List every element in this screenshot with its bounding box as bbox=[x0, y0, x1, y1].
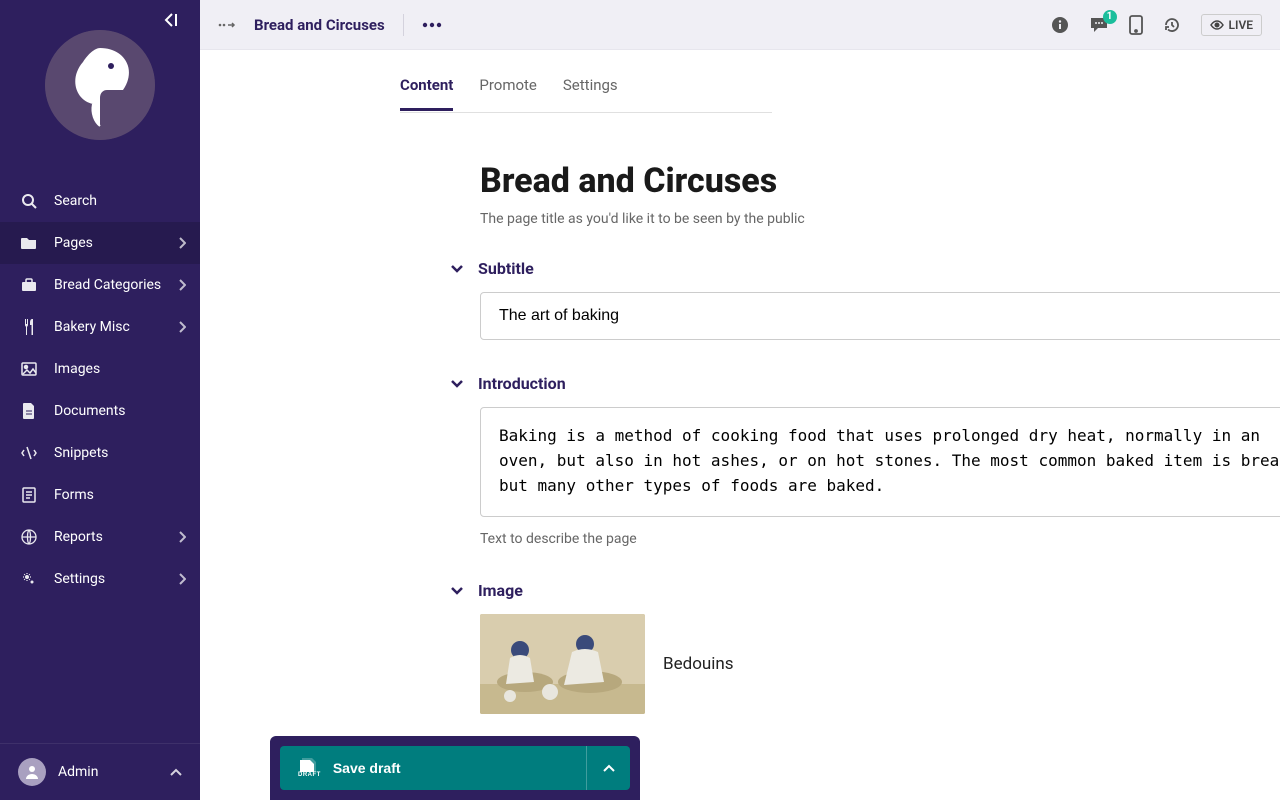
sidebar-item-label: Bread Categories bbox=[54, 277, 161, 293]
chevron-down-icon[interactable] bbox=[450, 586, 466, 596]
sidebar-item-label: Snippets bbox=[54, 445, 108, 461]
chevron-right-icon bbox=[178, 237, 186, 249]
image-thumbnail[interactable] bbox=[480, 614, 645, 714]
account-label: Admin bbox=[58, 764, 98, 780]
chevron-right-icon bbox=[178, 573, 186, 585]
breadcrumb-title[interactable]: Bread and Circuses bbox=[254, 16, 385, 34]
live-label: LIVE bbox=[1229, 18, 1254, 32]
content-scroll[interactable]: Content Promote Settings Bread and Circu… bbox=[200, 50, 1280, 800]
briefcase-icon bbox=[20, 276, 38, 294]
chevron-right-icon bbox=[178, 279, 186, 291]
sidebar-item-bread-categories[interactable]: Bread Categories bbox=[0, 264, 200, 306]
field-label: Image bbox=[478, 581, 523, 600]
form-icon bbox=[20, 486, 38, 504]
history-icon[interactable] bbox=[1163, 16, 1181, 34]
chevron-right-icon bbox=[178, 531, 186, 543]
sidebar-item-forms[interactable]: Forms bbox=[0, 474, 200, 516]
image-icon bbox=[20, 360, 38, 378]
eye-icon bbox=[1210, 20, 1224, 30]
sidebar-item-label: Forms bbox=[54, 487, 94, 503]
sidebar-item-search[interactable]: Search bbox=[0, 180, 200, 222]
chevron-right-icon bbox=[178, 321, 186, 333]
sidebar: Search Pages Bread Categories Bakery bbox=[0, 0, 200, 800]
sidebar-item-label: Search bbox=[54, 193, 97, 209]
tab-promote[interactable]: Promote bbox=[479, 68, 537, 111]
sidebar-item-label: Documents bbox=[54, 403, 125, 419]
utensils-icon bbox=[20, 318, 38, 336]
chevron-down-icon[interactable] bbox=[450, 264, 466, 274]
field-introduction: Introduction Text to describe the page bbox=[480, 374, 1280, 547]
field-image: Image bbox=[480, 581, 1280, 756]
sidebar-item-pages[interactable]: Pages bbox=[0, 222, 200, 264]
main-panel: Bread and Circuses 1 LIVE bbox=[200, 0, 1280, 800]
chevron-up-icon bbox=[170, 768, 182, 776]
field-label: Subtitle bbox=[478, 259, 534, 278]
document-icon bbox=[20, 402, 38, 420]
tab-settings[interactable]: Settings bbox=[563, 68, 618, 111]
account-menu[interactable]: Admin bbox=[0, 743, 200, 800]
page-title[interactable]: Bread and Circuses bbox=[480, 161, 1280, 201]
sidebar-item-images[interactable]: Images bbox=[0, 348, 200, 390]
live-badge[interactable]: LIVE bbox=[1201, 14, 1263, 36]
sidebar-item-label: Pages bbox=[54, 235, 93, 251]
globe-icon bbox=[20, 528, 38, 546]
sidebar-item-settings[interactable]: Settings bbox=[0, 558, 200, 600]
snippet-icon bbox=[20, 444, 38, 462]
chevron-down-icon[interactable] bbox=[450, 379, 466, 389]
tab-content[interactable]: Content bbox=[400, 68, 453, 111]
folder-icon bbox=[20, 234, 38, 252]
mobile-preview-icon[interactable] bbox=[1129, 15, 1143, 35]
save-more-button[interactable] bbox=[586, 746, 630, 790]
comments-icon[interactable]: 1 bbox=[1089, 16, 1109, 34]
breadcrumb-menu-icon[interactable] bbox=[218, 20, 236, 30]
action-bar: DRAFT Save draft bbox=[270, 736, 640, 800]
sidebar-item-label: Images bbox=[54, 361, 100, 377]
page-title-help: The page title as you'd like it to be se… bbox=[480, 211, 1280, 227]
sidebar-item-label: Reports bbox=[54, 529, 103, 545]
comments-badge: 1 bbox=[1103, 10, 1117, 24]
subtitle-input[interactable] bbox=[480, 292, 1280, 340]
search-icon bbox=[20, 192, 38, 210]
breadcrumb: Bread and Circuses bbox=[218, 14, 442, 36]
sidebar-item-label: Settings bbox=[54, 571, 105, 587]
sidebar-item-label: Bakery Misc bbox=[54, 319, 130, 335]
avatar bbox=[18, 758, 46, 786]
field-subtitle: Subtitle bbox=[480, 259, 1280, 340]
sidebar-item-documents[interactable]: Documents bbox=[0, 390, 200, 432]
save-draft-label: Save draft bbox=[333, 760, 401, 776]
page-actions-icon[interactable] bbox=[422, 22, 442, 28]
sidebar-item-reports[interactable]: Reports bbox=[0, 516, 200, 558]
image-caption: Bedouins bbox=[663, 654, 734, 674]
introduction-textarea[interactable] bbox=[480, 407, 1280, 517]
info-icon[interactable] bbox=[1051, 16, 1069, 34]
save-draft-button[interactable]: DRAFT Save draft bbox=[280, 746, 586, 790]
cogs-icon bbox=[20, 570, 38, 588]
tabs: Content Promote Settings bbox=[400, 50, 772, 112]
field-label: Introduction bbox=[478, 374, 566, 393]
sidebar-item-snippets[interactable]: Snippets bbox=[0, 432, 200, 474]
draft-icon: DRAFT bbox=[298, 758, 321, 778]
sidebar-collapse-button[interactable] bbox=[162, 12, 182, 28]
introduction-help: Text to describe the page bbox=[480, 531, 1280, 547]
sidebar-nav: Search Pages Bread Categories Bakery bbox=[0, 180, 200, 743]
sidebar-item-bakery-misc[interactable]: Bakery Misc bbox=[0, 306, 200, 348]
header: Bread and Circuses 1 LIVE bbox=[200, 0, 1280, 50]
header-actions: 1 LIVE bbox=[1051, 14, 1263, 36]
